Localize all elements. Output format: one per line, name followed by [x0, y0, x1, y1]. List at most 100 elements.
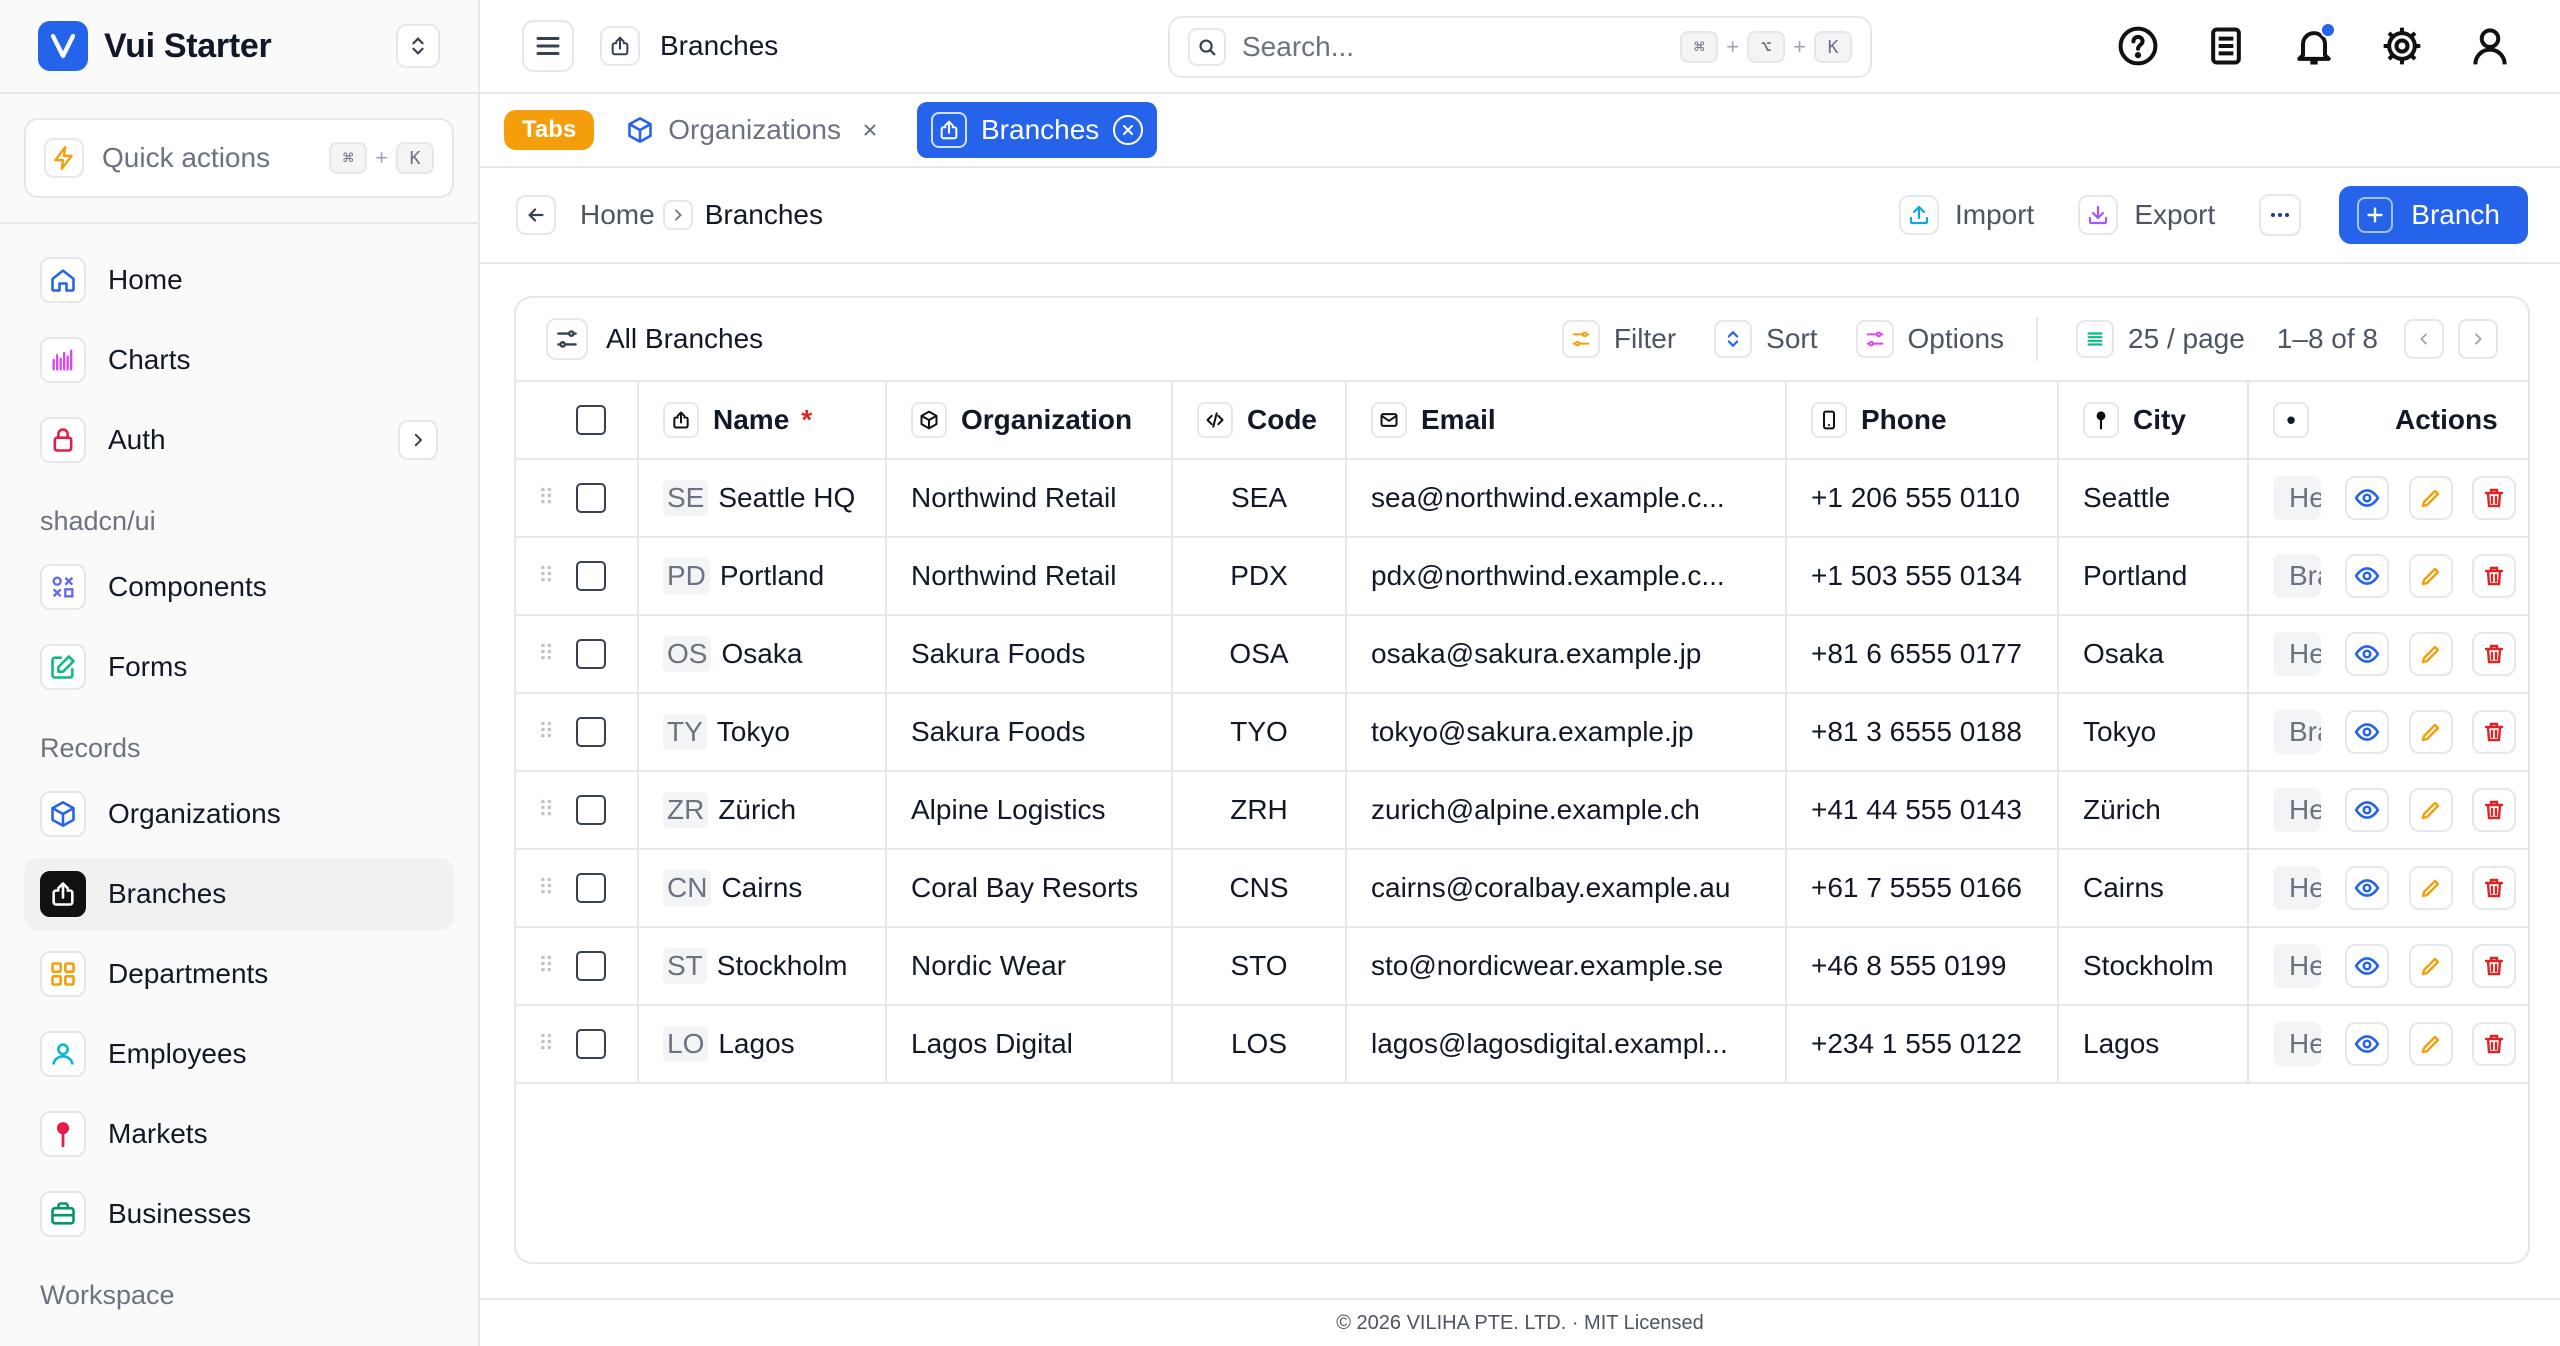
sidebar-item-forms[interactable]: Forms: [24, 631, 454, 703]
pencil-icon[interactable]: [2408, 632, 2453, 676]
column-header-name[interactable]: Name *: [638, 382, 887, 460]
pencil-icon[interactable]: [2408, 710, 2453, 754]
more-options-icon[interactable]: [2259, 194, 2302, 236]
breadcrumb-home[interactable]: Home: [580, 199, 655, 231]
sidebar-item-businesses[interactable]: Businesses: [24, 1178, 454, 1250]
drag-handle-icon[interactable]: ⠿: [516, 485, 576, 511]
eye-icon[interactable]: [2344, 554, 2389, 598]
table-row[interactable]: ⠿ ST Stockholm Nordic Wear STO sto@nordic…: [516, 927, 2528, 1006]
eye-icon[interactable]: [2344, 710, 2389, 754]
eye-icon[interactable]: [2344, 476, 2389, 520]
trash-icon[interactable]: [2472, 476, 2517, 520]
close-icon[interactable]: [855, 115, 885, 145]
trash-icon[interactable]: [2472, 1022, 2517, 1066]
eye-icon[interactable]: [2344, 866, 2389, 910]
pencil-icon[interactable]: [2408, 554, 2453, 598]
user-account-icon[interactable]: [2462, 18, 2518, 74]
help-icon[interactable]: [2110, 18, 2166, 74]
tab-organizations[interactable]: Organizations: [612, 102, 899, 158]
page-size-select[interactable]: 25 / page: [2076, 320, 2245, 358]
eye-icon[interactable]: [2344, 944, 2389, 988]
sort-label: Sort: [1766, 323, 1818, 354]
trash-icon[interactable]: [2472, 866, 2517, 910]
row-checkbox[interactable]: [576, 1029, 606, 1059]
sidebar-item-components[interactable]: Components: [24, 551, 454, 623]
row-checkbox[interactable]: [576, 717, 606, 747]
row-checkbox[interactable]: [576, 795, 606, 825]
drag-handle-icon[interactable]: ⠿: [516, 719, 576, 745]
sidebar-item-charts[interactable]: Charts: [24, 324, 454, 396]
options-button[interactable]: Options: [1855, 320, 2004, 358]
table-row[interactable]: ⠿ OS Osaka Sakura Foods OSA osaka@sakura.…: [516, 615, 2528, 694]
eye-icon[interactable]: [2344, 1022, 2389, 1066]
quick-actions-button[interactable]: Quick actions ⌘ + K: [24, 118, 454, 198]
pencil-icon[interactable]: [2408, 866, 2453, 910]
table-row[interactable]: ⠿ LO Lagos Lagos Digital LOS lagos@lagosd…: [516, 1005, 2528, 1084]
row-checkbox[interactable]: [576, 561, 606, 591]
sidebar-item-organizations[interactable]: Organizations: [24, 778, 454, 850]
add-branch-button[interactable]: Branch: [2339, 186, 2528, 244]
table-row[interactable]: ⠿ CN Cairns Coral Bay Resorts CNS cairns@…: [516, 849, 2528, 928]
sidebar-item-employees[interactable]: Employees: [24, 1018, 454, 1090]
row-checkbox[interactable]: [576, 639, 606, 669]
trash-icon[interactable]: [2472, 554, 2517, 598]
pencil-icon[interactable]: [2408, 944, 2453, 988]
column-header-organization[interactable]: Organization: [886, 382, 1173, 460]
sidebar-item-auth[interactable]: Auth: [24, 404, 454, 476]
sidebar-item-departments[interactable]: Departments: [24, 938, 454, 1010]
table-row[interactable]: ⠿ PD Portland Northwind Retail PDX pdx@no…: [516, 537, 2528, 616]
sidebar-item-label: Businesses: [108, 1198, 252, 1229]
pencil-icon[interactable]: [2408, 788, 2453, 832]
sliders-icon[interactable]: [546, 318, 588, 360]
status-dot-icon[interactable]: •: [2273, 402, 2309, 438]
branch-organization: Northwind Retail: [886, 537, 1173, 616]
trash-icon[interactable]: [2472, 632, 2517, 676]
sort-button[interactable]: Sort: [1714, 320, 1818, 358]
branch-code: OSA: [1172, 615, 1347, 694]
row-checkbox[interactable]: [576, 483, 606, 513]
brand-logo[interactable]: [38, 21, 88, 71]
trash-icon[interactable]: [2472, 944, 2517, 988]
eye-icon[interactable]: [2344, 788, 2389, 832]
import-button[interactable]: Import: [1898, 195, 2034, 235]
back-arrow-icon[interactable]: [516, 195, 556, 235]
row-checkbox[interactable]: [576, 873, 606, 903]
chevron-right-icon[interactable]: [398, 420, 438, 460]
drag-handle-icon[interactable]: ⠿: [516, 797, 576, 823]
table-row[interactable]: ⠿ ZR Zürich Alpine Logistics ZRH zurich@a…: [516, 771, 2528, 850]
table-row[interactable]: ⠿ SE Seattle HQ Northwind Retail SEA sea@…: [516, 459, 2528, 538]
filter-button[interactable]: Filter: [1561, 320, 1676, 358]
drag-handle-icon[interactable]: ⠿: [516, 641, 576, 667]
sidebar-item-branches[interactable]: Branches: [24, 858, 454, 930]
chevron-right-icon[interactable]: [2458, 319, 2498, 359]
pencil-icon[interactable]: [2408, 476, 2453, 520]
pencil-icon[interactable]: [2408, 1022, 2453, 1066]
sidebar-item-home[interactable]: Home: [24, 244, 454, 316]
drag-handle-icon[interactable]: ⠿: [516, 1031, 576, 1057]
column-header-city[interactable]: City: [2058, 382, 2249, 460]
column-header-code[interactable]: Code: [1172, 382, 1347, 460]
drag-handle-icon[interactable]: ⠿: [516, 563, 576, 589]
table-row[interactable]: ⠿ TY Tokyo Sakura Foods TYO tokyo@sakura.…: [516, 693, 2528, 772]
workspace-switcher-button[interactable]: [396, 24, 440, 68]
column-header-phone[interactable]: Phone: [1786, 382, 2059, 460]
bell-icon[interactable]: [2286, 18, 2342, 74]
drag-handle-icon[interactable]: ⠿: [516, 953, 576, 979]
search-input[interactable]: Search... ⌘ + ⌥ + K: [1168, 16, 1872, 78]
menu-toggle-button[interactable]: [522, 20, 574, 72]
column-header-email[interactable]: Email: [1346, 382, 1787, 460]
sidebar-item-markets[interactable]: Markets: [24, 1098, 454, 1170]
drag-handle-icon[interactable]: ⠿: [516, 875, 576, 901]
select-all-checkbox[interactable]: [576, 405, 606, 435]
breadcrumb-current: Branches: [704, 199, 823, 230]
chevron-left-icon[interactable]: [2404, 319, 2444, 359]
export-button[interactable]: Export: [2078, 195, 2215, 235]
tab-branches[interactable]: Branches: [917, 102, 1158, 158]
trash-icon[interactable]: [2472, 788, 2517, 832]
document-icon[interactable]: [2198, 18, 2254, 74]
row-checkbox[interactable]: [576, 951, 606, 981]
eye-icon[interactable]: [2344, 632, 2389, 676]
close-icon[interactable]: [1113, 115, 1144, 145]
gear-icon[interactable]: [2374, 18, 2430, 74]
trash-icon[interactable]: [2472, 710, 2517, 754]
